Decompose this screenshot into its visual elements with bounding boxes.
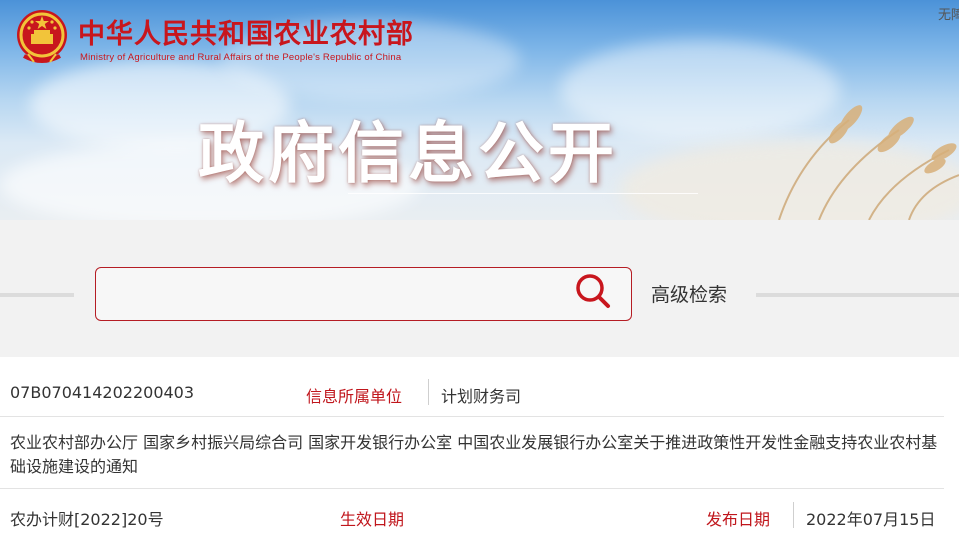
decorative-line xyxy=(756,293,959,297)
search-box xyxy=(95,267,632,321)
title-divider xyxy=(348,193,698,194)
national-emblem-icon[interactable] xyxy=(14,8,70,66)
search-input[interactable] xyxy=(106,276,566,312)
unit-value: 计划财务司 xyxy=(441,387,522,406)
document-title: 农业农村部办公厅 国家乡村振兴局综合司 国家开发银行办公室 中国农业发展银行办公… xyxy=(10,433,938,476)
ministry-name-cn[interactable]: 中华人民共和国农业农村部 xyxy=(78,12,414,51)
search-section: 高级检索 xyxy=(0,220,959,357)
wheat-illustration xyxy=(778,105,959,220)
index-number: 07B070414202200403 xyxy=(10,383,195,402)
publish-date-value: 2022年07月15日 xyxy=(806,510,936,529)
effective-date-label: 生效日期 xyxy=(340,510,405,529)
row-divider xyxy=(0,488,944,489)
ministry-name-en: Ministry of Agriculture and Rural Affair… xyxy=(80,52,402,63)
page-title: 政府信息公开 xyxy=(198,115,618,192)
unit-label: 信息所属单位 xyxy=(306,387,403,406)
publish-date-label: 发布日期 xyxy=(706,510,771,529)
advanced-search-link[interactable]: 高级检索 xyxy=(651,280,727,307)
accessibility-link[interactable]: 无障 xyxy=(938,4,959,23)
decorative-line xyxy=(0,293,74,297)
column-divider xyxy=(793,502,794,528)
search-icon[interactable] xyxy=(573,271,613,311)
document-info-table: 07B070414202200403 信息所属单位 计划财务司 农业农村部办公厅… xyxy=(0,357,959,534)
document-number: 农办计财[2022]20号 xyxy=(10,510,164,529)
column-divider xyxy=(428,379,429,405)
row-divider xyxy=(0,416,944,417)
header-banner: 中华人民共和国农业农村部 Ministry of Agriculture and… xyxy=(0,0,959,220)
